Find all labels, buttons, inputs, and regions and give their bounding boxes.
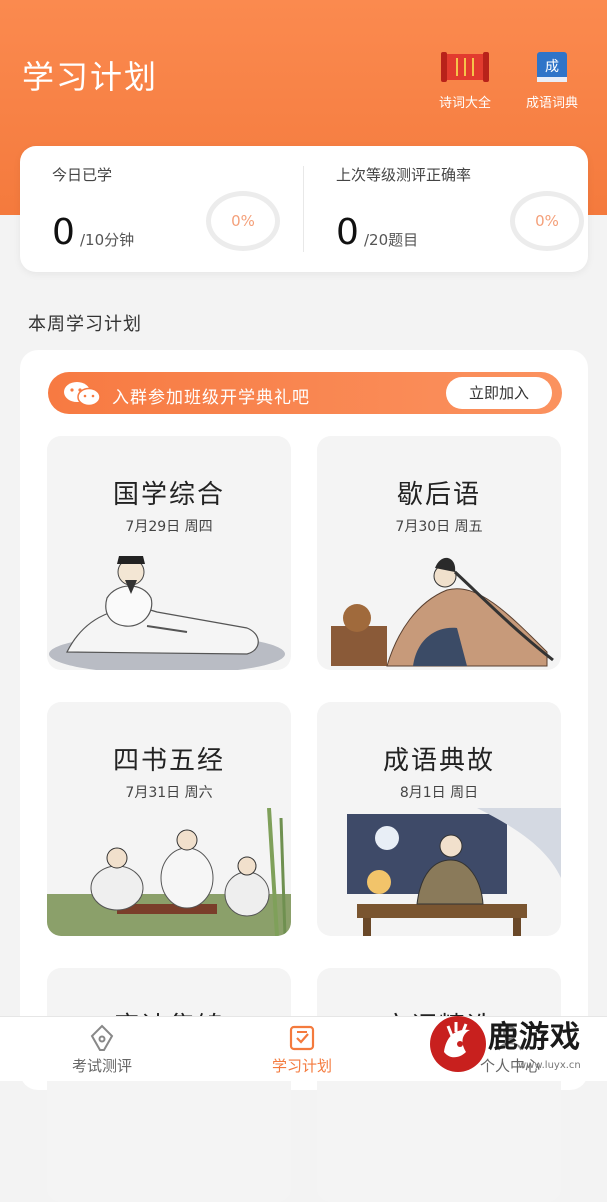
- course-card-songci[interactable]: 宋词精选: [317, 968, 561, 1202]
- last-test-progress-ring: 0%: [510, 191, 584, 251]
- book-icon: 成: [537, 52, 567, 82]
- deer-logo-icon: [430, 1016, 486, 1072]
- night-reader-illustration: [347, 808, 561, 936]
- watermark-url: www.luyx.cn: [518, 1060, 581, 1071]
- course-title: 四书五经: [112, 746, 225, 776]
- scroll-icon: [441, 52, 489, 82]
- lady-playing-instrument-illustration: [331, 557, 554, 667]
- join-group-banner[interactable]: 入群参加班级开学典礼吧 立即加入: [48, 372, 562, 414]
- today-progress-ring: 0%: [206, 191, 280, 251]
- today-studied-label: 今日已学: [52, 166, 113, 184]
- stats-card: 今日已学 0 /10分钟 0% 上次等级测评正确率 0 /20题目 0%: [20, 146, 588, 272]
- watermark-text: 鹿游戏: [488, 1020, 581, 1055]
- course-card-sishuwujing[interactable]: 四书五经 7月31日 周六: [47, 702, 291, 936]
- course-card-chengyudiangu[interactable]: 成语典故 8月1日 周日: [317, 702, 561, 936]
- section-title: 本周学习计划: [28, 314, 142, 335]
- poems-button[interactable]: 诗词大全: [425, 50, 505, 111]
- today-studied-unit: /10分钟: [80, 231, 135, 249]
- site-watermark: 鹿游戏 www.luyx.cn: [426, 1008, 607, 1080]
- scholars-gathering-illustration: [47, 808, 291, 936]
- today-studied-stat[interactable]: 今日已学 0 /10分钟 0%: [20, 146, 304, 272]
- tab-study-plan-label: 学习计划: [271, 1057, 332, 1075]
- course-date: 7月31日 周六: [125, 785, 213, 801]
- banner-text: 入群参加班级开学典礼吧: [112, 388, 310, 408]
- weekly-plan-panel: 入群参加班级开学典礼吧 立即加入 国学综合 7月29日 周四 歇后语 7月30日…: [20, 350, 588, 1202]
- today-studied-value: 0: [52, 212, 75, 253]
- last-test-unit: /20题目: [364, 231, 419, 249]
- course-card-guoxue[interactable]: 国学综合 7月29日 周四: [47, 436, 291, 670]
- pen-nib-icon: [90, 1024, 114, 1051]
- idioms-dictionary-button[interactable]: 成 成语词典: [512, 50, 592, 111]
- last-test-stat[interactable]: 上次等级测评正确率 0 /20题目 0%: [304, 146, 588, 272]
- tab-exam[interactable]: 考试测评: [42, 1017, 162, 1081]
- reclining-scholar-illustration: [49, 556, 285, 670]
- last-test-label: 上次等级测评正确率: [336, 166, 472, 184]
- course-card-xiehouyu[interactable]: 歇后语 7月30日 周五: [317, 436, 561, 670]
- tab-study-plan[interactable]: 学习计划: [242, 1017, 362, 1081]
- checklist-icon: [289, 1025, 315, 1051]
- book-icon-badge: 成: [545, 59, 559, 75]
- page-title: 学习计划: [22, 58, 159, 96]
- idioms-label: 成语词典: [525, 96, 578, 111]
- course-card-tangshi[interactable]: 唐诗集锦: [47, 968, 291, 1202]
- join-now-button[interactable]: 立即加入: [446, 377, 552, 409]
- tab-exam-label: 考试测评: [71, 1057, 132, 1075]
- course-title: 歇后语: [396, 480, 481, 510]
- course-date: 7月30日 周五: [395, 519, 483, 535]
- course-date: 7月29日 周四: [125, 519, 213, 535]
- course-date: 8月1日 周日: [399, 785, 479, 801]
- last-test-value: 0: [336, 212, 359, 253]
- wechat-icon: [64, 382, 101, 407]
- course-title: 成语典故: [382, 746, 495, 776]
- poems-label: 诗词大全: [438, 96, 491, 111]
- course-title: 国学综合: [112, 480, 225, 510]
